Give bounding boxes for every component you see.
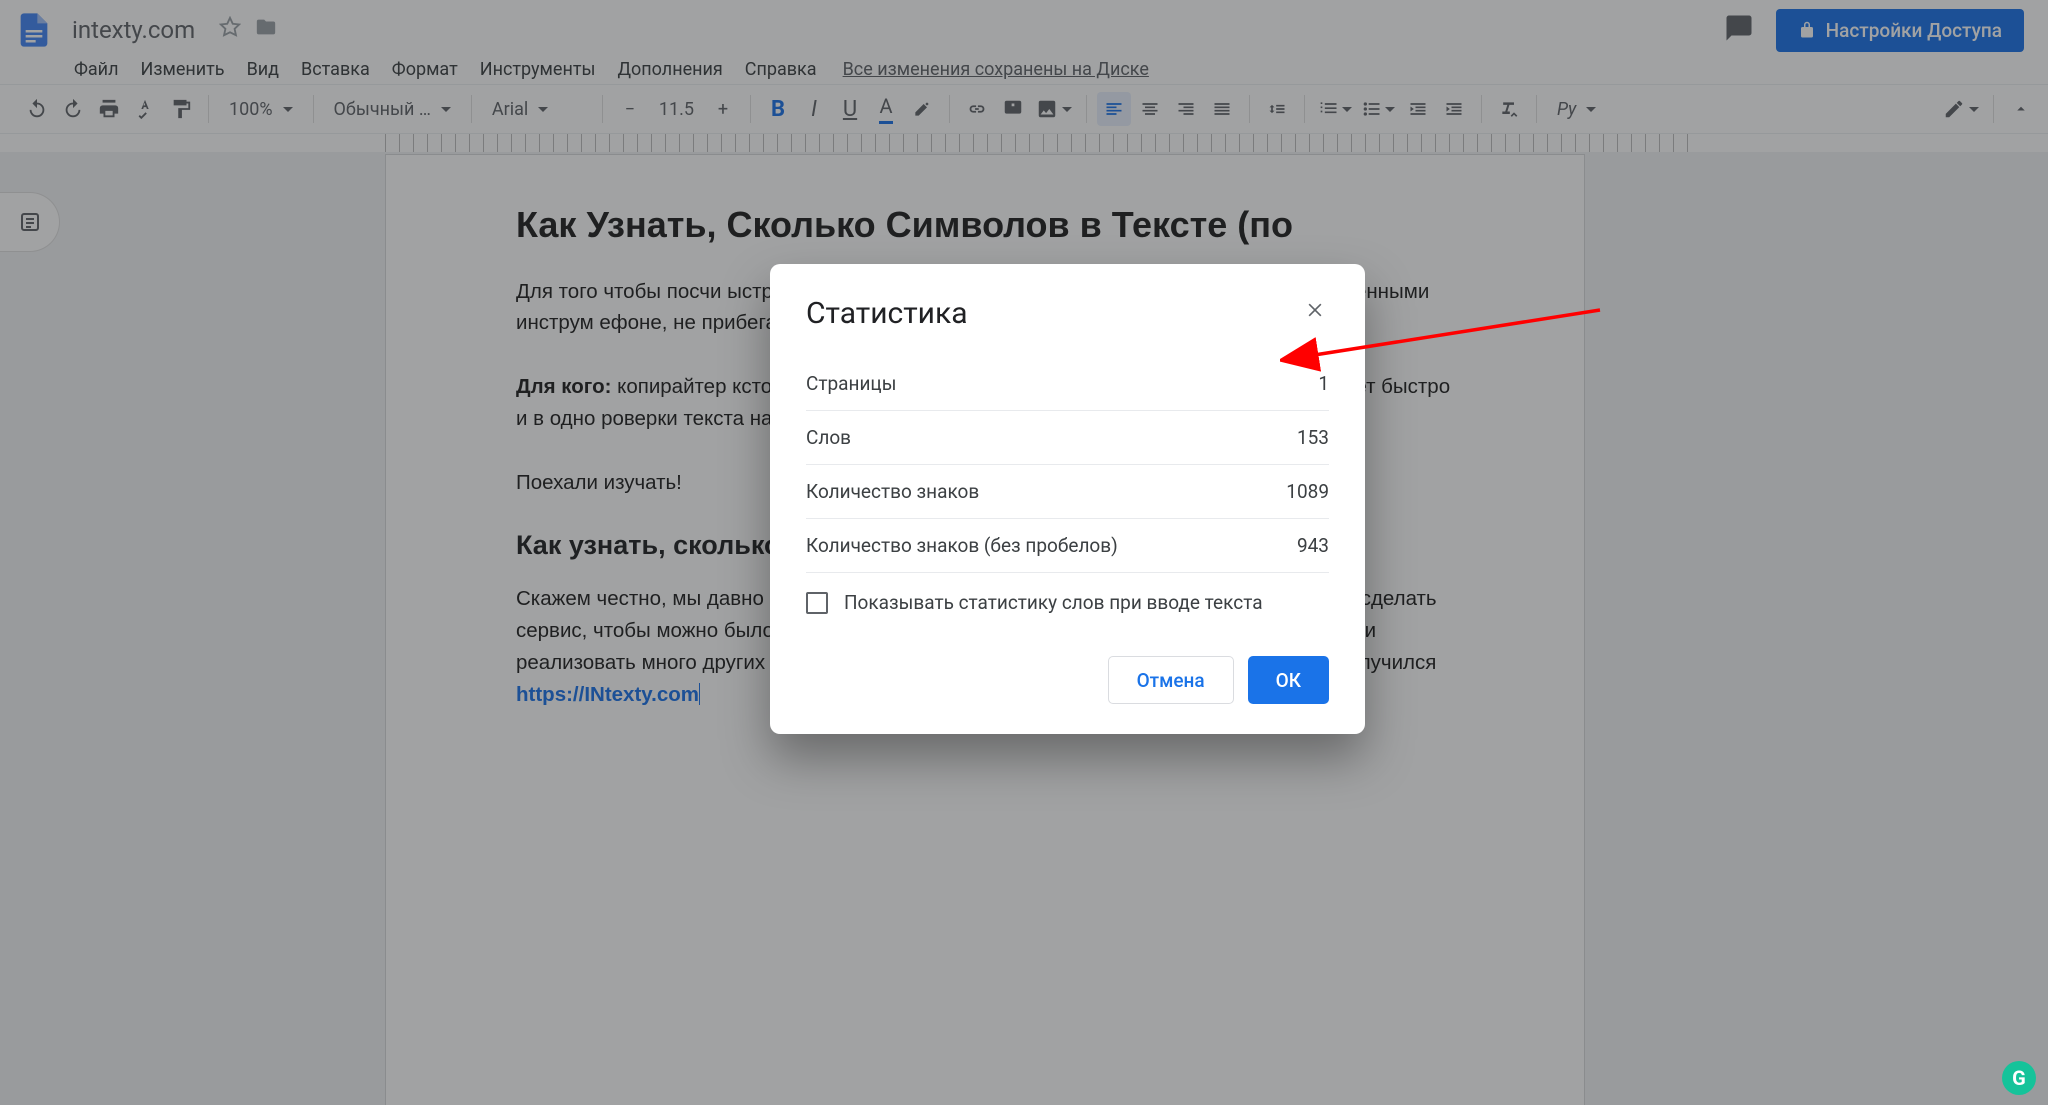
ok-button[interactable]: ОК [1248, 656, 1329, 704]
cancel-button[interactable]: Отмена [1108, 656, 1234, 704]
dialog-title: Статистика [806, 296, 968, 331]
stat-row-chars: Количество знаков 1089 [806, 465, 1329, 519]
show-stats-checkbox[interactable]: Показывать статистику слов при вводе тек… [806, 591, 1329, 614]
statistics-dialog: Статистика Страницы 1 Слов 153 Количеств… [770, 264, 1365, 734]
checkbox-icon[interactable] [806, 592, 828, 614]
stat-row-chars-no-spaces: Количество знаков (без пробелов) 943 [806, 519, 1329, 573]
grammarly-badge-icon[interactable]: G [2002, 1061, 2036, 1095]
close-icon[interactable] [1301, 296, 1329, 324]
stat-row-pages: Страницы 1 [806, 357, 1329, 411]
stat-row-words: Слов 153 [806, 411, 1329, 465]
